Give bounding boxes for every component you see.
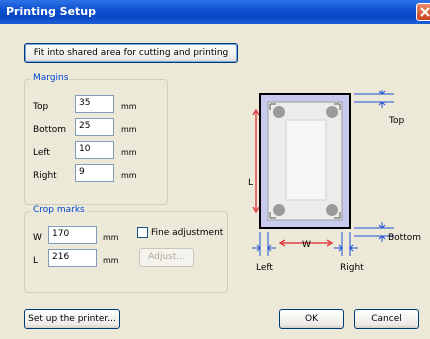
fine-adjustment-checkbox[interactable] [137,227,148,238]
crop-width-unit: mm [103,233,119,242]
left-margin-marker [252,232,276,256]
diagram-right-label: Right [340,263,364,273]
length-arrow [252,108,260,214]
set-up-printer-button[interactable]: Set up the printer... [24,309,120,329]
margin-top-input[interactable]: 35 [75,95,114,113]
margin-right-unit: mm [121,171,137,180]
corner-dot-tr [326,106,338,118]
diagram-top-label: Top [388,116,404,126]
layout-preview-diagram: L W Top Bottom Left Right [248,90,421,273]
adjust-button[interactable]: Adjust... [139,248,194,267]
crop-marks-group-label: Crop marks [31,205,87,215]
printing-setup-dialog: Printing Setup Fit into shared area for … [0,0,430,339]
margins-group-label: Margins [31,73,71,83]
margin-right-input[interactable]: 9 [75,164,114,182]
margin-top-unit: mm [121,102,137,111]
dialog-body: Fit into shared area for cutting and pri… [0,24,430,339]
margin-left-input[interactable]: 10 [75,141,114,159]
cancel-button[interactable]: Cancel [354,309,419,329]
corner-dot-tl [273,106,285,118]
top-margin-marker [354,90,394,108]
ok-button[interactable]: OK [279,309,344,329]
title-bar: Printing Setup [0,0,430,24]
crop-l-label: L [33,256,39,266]
corner-dot-bl [273,204,285,216]
content-area [285,119,327,201]
margin-top-label: Top [33,102,49,112]
diagram-w-label: W [302,240,311,250]
crop-w-label: W [33,233,42,243]
margin-right-label: Right [33,171,57,181]
window-title: Printing Setup [6,5,96,18]
close-icon [420,7,430,17]
margin-bottom-label: Bottom [33,125,67,135]
diagram-left-label: Left [256,263,273,273]
crop-width-input[interactable]: 170 [48,226,97,244]
margin-bottom-unit: mm [121,125,137,134]
margin-left-unit: mm [121,148,137,157]
diagram-bottom-label: Bottom [388,233,421,243]
fine-adjustment-label: Fine adjustment [151,228,224,238]
crop-length-unit: mm [103,256,119,265]
margin-bottom-input[interactable]: 25 [75,118,114,136]
crop-length-input[interactable]: 216 [48,249,97,267]
margin-left-label: Left [33,148,50,158]
corner-dot-br [326,204,338,216]
diagram-l-label: L [248,178,253,188]
close-button[interactable] [416,3,430,21]
fit-shared-area-button[interactable]: Fit into shared area for cutting and pri… [24,43,238,63]
